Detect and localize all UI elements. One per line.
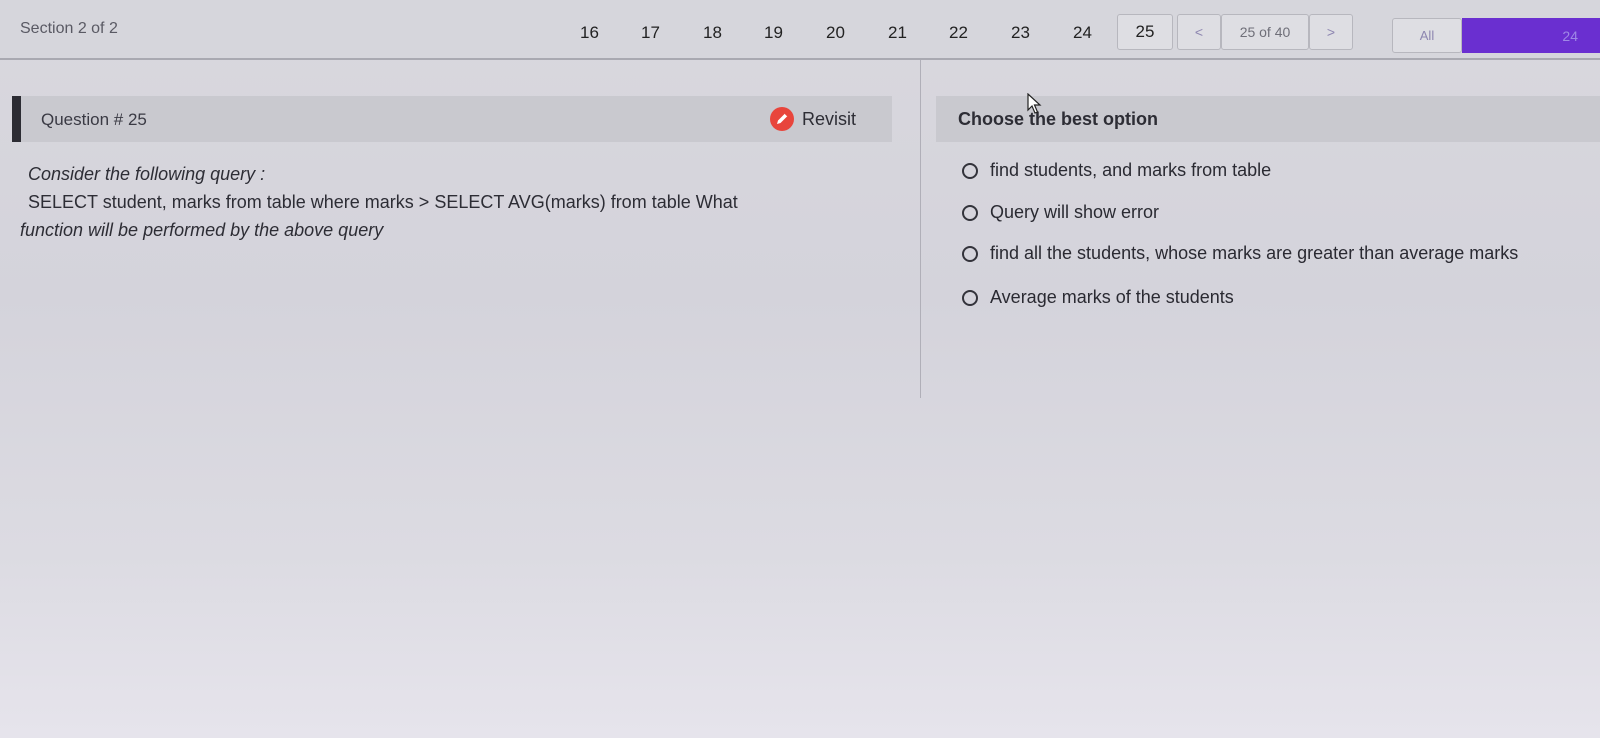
chevron-left-icon: < (1194, 24, 1204, 40)
panel-divider (920, 60, 921, 398)
filter-all-label: All (1419, 28, 1435, 43)
radio-button[interactable] (962, 245, 978, 262)
filter-all-button[interactable]: All (1392, 18, 1462, 53)
previous-question-button[interactable]: < (1177, 14, 1221, 50)
answer-option-label: Average marks of the students (990, 287, 1234, 307)
radio-button[interactable] (962, 162, 978, 179)
mouse-cursor-icon (1027, 93, 1042, 114)
current-question-button[interactable]: 25 (1117, 14, 1173, 50)
question-number-22[interactable]: 22 (949, 23, 968, 43)
question-number-17[interactable]: 17 (641, 23, 660, 43)
radio-button[interactable] (962, 289, 978, 306)
current-question-number: 25 (1135, 22, 1155, 41)
question-title: Question # 25 (41, 110, 147, 129)
question-number-18[interactable]: 18 (703, 23, 722, 43)
question-count-tab[interactable]: 24 (1462, 18, 1600, 53)
radio-button[interactable] (962, 204, 978, 221)
next-question-button[interactable]: > (1309, 14, 1353, 50)
answer-option-4[interactable]: Average marks of the students (962, 287, 1234, 308)
question-position-indicator: 25 of 40 (1221, 14, 1309, 50)
answer-option-label: Query will show error (990, 202, 1160, 222)
question-number-16[interactable]: 16 (580, 23, 599, 43)
question-text-line-1: Consider the following query : (28, 164, 266, 184)
question-count-label: 24 (1562, 27, 1578, 44)
question-header: Question # 25 Revisit (12, 96, 892, 142)
question-number-20[interactable]: 20 (826, 23, 845, 43)
options-title: Choose the best option (958, 109, 1158, 129)
section-label: Section 2 of 2 (20, 20, 118, 37)
question-text-line-3: function will be performed by the above … (20, 220, 384, 240)
question-number-21[interactable]: 21 (888, 23, 907, 43)
revisit-button[interactable]: Revisit (769, 106, 856, 132)
revisit-label: Revisit (802, 108, 857, 129)
chevron-right-icon: > (1326, 24, 1336, 40)
answer-option-2[interactable]: Query will show error (962, 202, 1159, 223)
answer-option-3[interactable]: find all the students, whose marks are g… (962, 243, 1518, 264)
question-number-19[interactable]: 19 (764, 23, 783, 43)
question-text-line-2: SELECT student, marks from table where m… (28, 192, 738, 212)
top-navigation-bar: Section 2 of 2 16 17 18 19 20 21 22 23 2… (0, 0, 1600, 60)
answer-option-label: find students, and marks from table (990, 160, 1272, 180)
question-position-text: 25 of 40 (1239, 24, 1291, 40)
answer-option-label: find all the students, whose marks are g… (990, 243, 1519, 263)
answer-option-1[interactable]: find students, and marks from table (962, 160, 1271, 181)
question-number-23[interactable]: 23 (1011, 23, 1030, 43)
question-number-24[interactable]: 24 (1073, 23, 1092, 43)
question-body: Consider the following query : SELECT st… (20, 160, 890, 244)
edit-icon (770, 107, 794, 131)
